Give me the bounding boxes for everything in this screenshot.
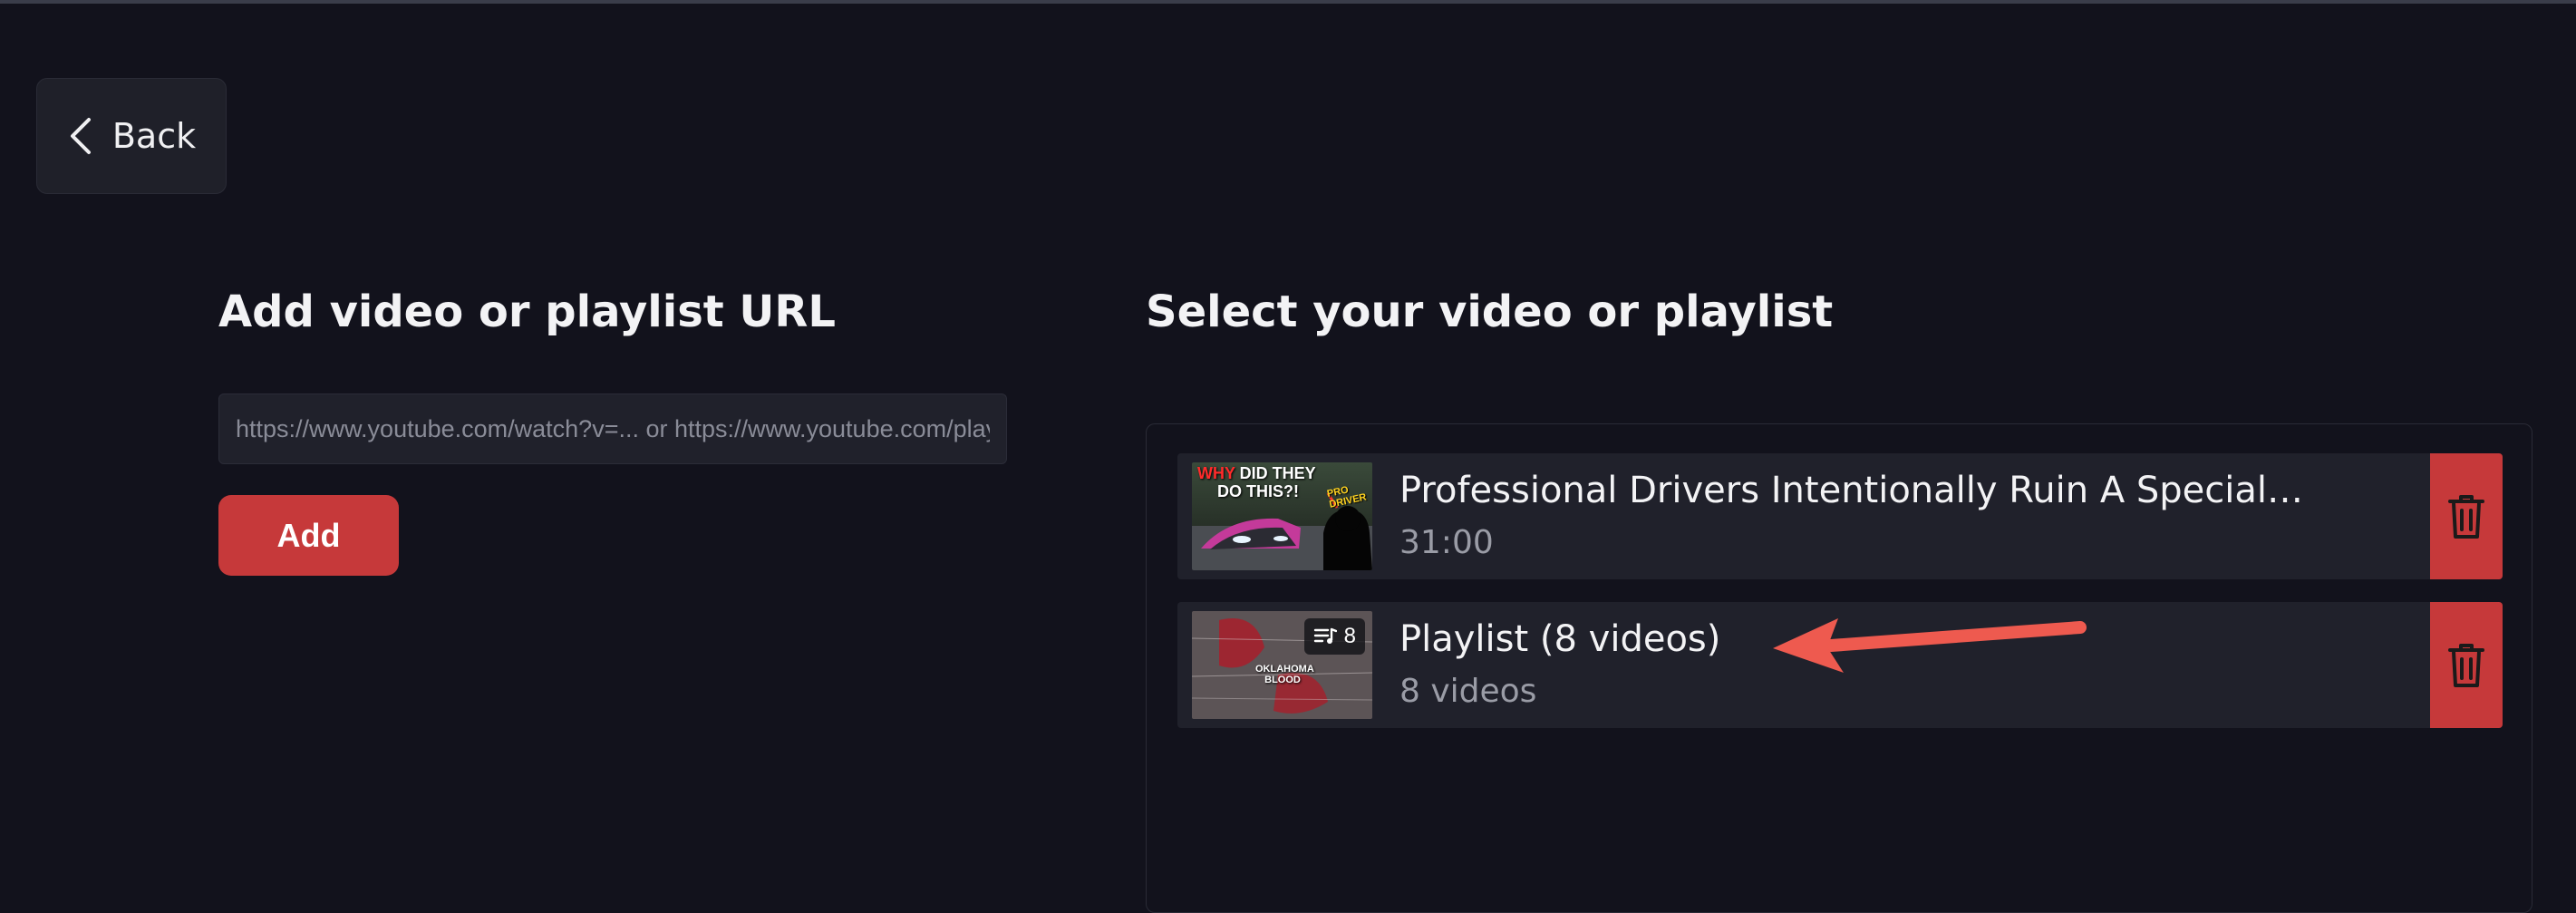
add-button[interactable]: Add <box>218 495 399 576</box>
back-button-label: Back <box>111 116 197 156</box>
delete-button[interactable] <box>2430 453 2503 579</box>
video-title: Professional Drivers Intentionally Ruin … <box>1399 470 2306 511</box>
playlist-thumbnail: OKLAHOMA BLOOD 8 <box>1192 611 1372 719</box>
playlist-count-badge: 8 <box>1303 618 1365 655</box>
add-url-heading: Add video or playlist URL <box>218 287 836 337</box>
back-button[interactable]: Back <box>36 78 227 194</box>
trash-icon <box>2448 643 2484 687</box>
video-duration: 31:00 <box>1399 524 1494 561</box>
video-thumbnail: WHY DID THEY DO THIS?! PRO DRIVER <box>1192 462 1372 570</box>
playlist-video-count: 8 videos <box>1399 673 1537 710</box>
select-heading: Select your video or playlist <box>1146 287 1834 337</box>
playlist-icon <box>1313 627 1337 644</box>
url-input[interactable] <box>218 393 1007 464</box>
playlist-thumbnail-caption: OKLAHOMA BLOOD <box>1255 664 1314 685</box>
chevron-left-icon <box>70 118 91 154</box>
delete-button[interactable] <box>2430 602 2503 728</box>
window-top-border <box>0 0 2576 4</box>
thumbnail-caption: WHY DID THEY DO THIS?! <box>1197 464 1316 500</box>
trash-icon <box>2448 494 2484 539</box>
annotation-arrow-icon <box>1773 618 2087 673</box>
video-list-item[interactable]: WHY DID THEY DO THIS?! PRO DRIVER Profes… <box>1177 453 2503 579</box>
